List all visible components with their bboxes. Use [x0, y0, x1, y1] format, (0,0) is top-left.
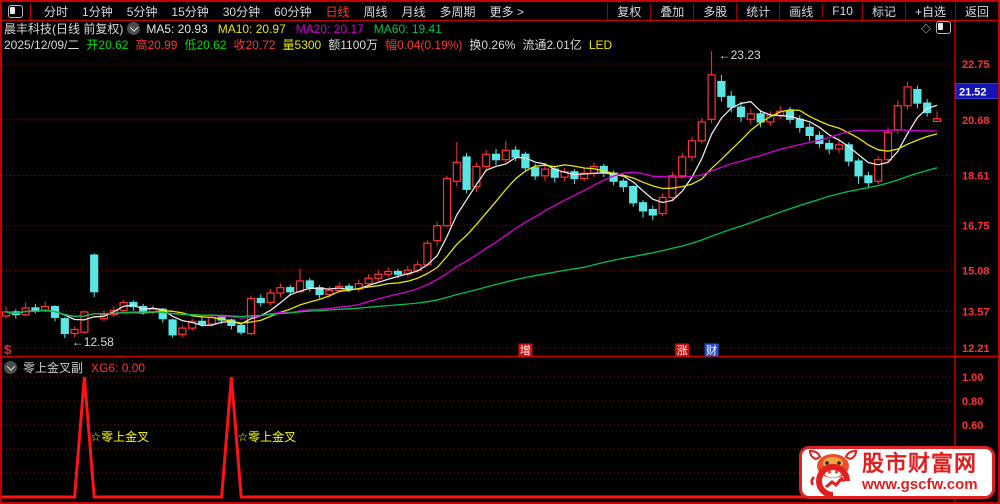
money-marker: $: [4, 342, 12, 357]
price-axis-label: 16.75: [962, 221, 990, 233]
menu-item-tool-5[interactable]: F10: [822, 4, 862, 18]
watermark: 股市财富网 www.gscfw.com: [799, 446, 995, 499]
info-item-5: 量5300: [282, 38, 322, 52]
menu-item-tool-3[interactable]: 统计: [736, 2, 779, 20]
info-item-6: 额1100万: [328, 38, 379, 52]
price-axis-label: 15.08: [962, 266, 990, 278]
price-axis-label: 18.61: [962, 171, 990, 183]
tools-menu: 复权 叠加 多股 统计 画线 F10 标记 +自选 返回: [607, 2, 998, 20]
menu-item-period-6[interactable]: 日线: [318, 3, 356, 20]
info-item-0: 2025/12/09/二: [4, 38, 80, 52]
ma-label-2: MA10: 20.97: [217, 21, 286, 36]
info-item-4: 收20.72: [233, 38, 276, 52]
info-item-1: 开20.62: [86, 38, 129, 52]
menu-item-period-3[interactable]: 15分钟: [164, 3, 215, 20]
menu-item-tool-7[interactable]: +自选: [904, 2, 955, 20]
price-axis-label: 13.57: [962, 306, 990, 318]
sub-axis-label: 0.60: [962, 420, 983, 432]
menu-item-tool-4[interactable]: 画线: [779, 2, 822, 20]
info-item-2: 高20.99: [135, 38, 178, 52]
price-annotation: ←23.23: [719, 48, 761, 62]
menu-item-period-2[interactable]: 5分钟: [120, 3, 165, 20]
chevron-down-icon[interactable]: [127, 22, 141, 35]
ma-label-3: MA20: 20.17: [295, 21, 364, 36]
menu-item-period-1[interactable]: 1分钟: [75, 3, 120, 20]
menu-item-tool-6[interactable]: 标记: [861, 2, 905, 20]
price-axis-label: 20.68: [962, 115, 990, 127]
ma-label-1: MA5: 20.93: [146, 21, 208, 36]
info-item-9: 流通2.01亿: [522, 38, 582, 52]
menu-divider: [30, 3, 31, 19]
sub-axis-label: 0.80: [962, 396, 983, 408]
info-item-8: 换0.26%: [469, 38, 516, 52]
menu-item-period-7[interactable]: 周线: [356, 3, 394, 20]
layout-icon[interactable]: [936, 21, 951, 34]
watermark-site-url: www.gscfw.com: [862, 476, 978, 493]
menu-item-tool-1[interactable]: 叠加: [650, 2, 693, 20]
menu-item-period-8[interactable]: 月线: [395, 3, 433, 20]
bull-logo-icon: [808, 449, 858, 497]
menu-item-tool-8[interactable]: 返回: [954, 2, 998, 20]
highlight-price-label: 21.52: [959, 87, 987, 99]
ma-values: MA5: 20.93 MA10: 20.97 MA20: 20.17 MA60: 19…: [146, 22, 452, 36]
indicator-name: 零上金叉副: [23, 361, 84, 375]
ma-label-4: MA60: 19.41: [373, 21, 442, 36]
price-chart[interactable]: 22.75 20.68 18.61 16.75 15.08 13.57 12.21 21.52…: [0, 0, 1000, 504]
signal-label: ☆零上金叉: [90, 429, 149, 444]
menu-item-period-0[interactable]: 分时: [37, 3, 75, 20]
window-restore-icon[interactable]: [8, 4, 23, 18]
period-menu: 分时 1分钟 5分钟 15分钟 30分钟 60分钟 日线 周线 月线 多周期 更多 >: [37, 3, 531, 20]
signal-label: ☆零上金叉: [237, 429, 296, 444]
event-tag: 增: [520, 343, 531, 357]
menu-item-tool-0[interactable]: 复权: [607, 2, 650, 20]
info-item-7: 幅0.04(0.19%): [385, 38, 463, 52]
watermark-site-name: 股市财富网: [862, 451, 978, 476]
sub-axis-label: 1.00: [962, 372, 983, 384]
chevron-down-icon[interactable]: [4, 361, 17, 374]
event-tag: 财: [706, 343, 717, 357]
price-axis-label: 22.75: [962, 59, 990, 71]
menu-item-period-9[interactable]: 多周期: [433, 3, 483, 20]
menu-item-period-5[interactable]: 60分钟: [267, 3, 318, 20]
event-tag: 涨: [677, 344, 688, 357]
chart-header: 晨丰科技(日线 前复权) MA5: 20.93 MA10: 20.97 MA20: …: [4, 21, 452, 37]
menu-bar: 分时 1分钟 5分钟 15分钟 30分钟 60分钟 日线 周线 月线 多周期 更多 > 复权 叠加 多股…: [2, 2, 998, 21]
info-item-3: 低20.62: [184, 38, 227, 52]
menu-item-period-4[interactable]: 30分钟: [216, 3, 267, 20]
info-item-10: LED: [588, 37, 613, 52]
indicator-value: XG6: 0.00: [91, 360, 146, 375]
menu-item-period-10[interactable]: 更多 >: [483, 3, 531, 20]
price-annotation: ←12.58: [72, 335, 114, 349]
diamond-icon[interactable]: ◇: [921, 21, 931, 34]
quote-info-bar: 2025/12/09/二 开20.62 高20.99 低20.62 收20.72 量530…: [4, 37, 619, 53]
panel-icons: ◇: [921, 21, 951, 34]
price-axis-label: 12.21: [962, 343, 990, 355]
menu-item-tool-2[interactable]: 多股: [693, 2, 736, 20]
sub-indicator-header: 零上金叉副 XG6: 0.00: [4, 359, 145, 376]
stock-title: 晨丰科技(日线 前复权): [4, 22, 124, 36]
